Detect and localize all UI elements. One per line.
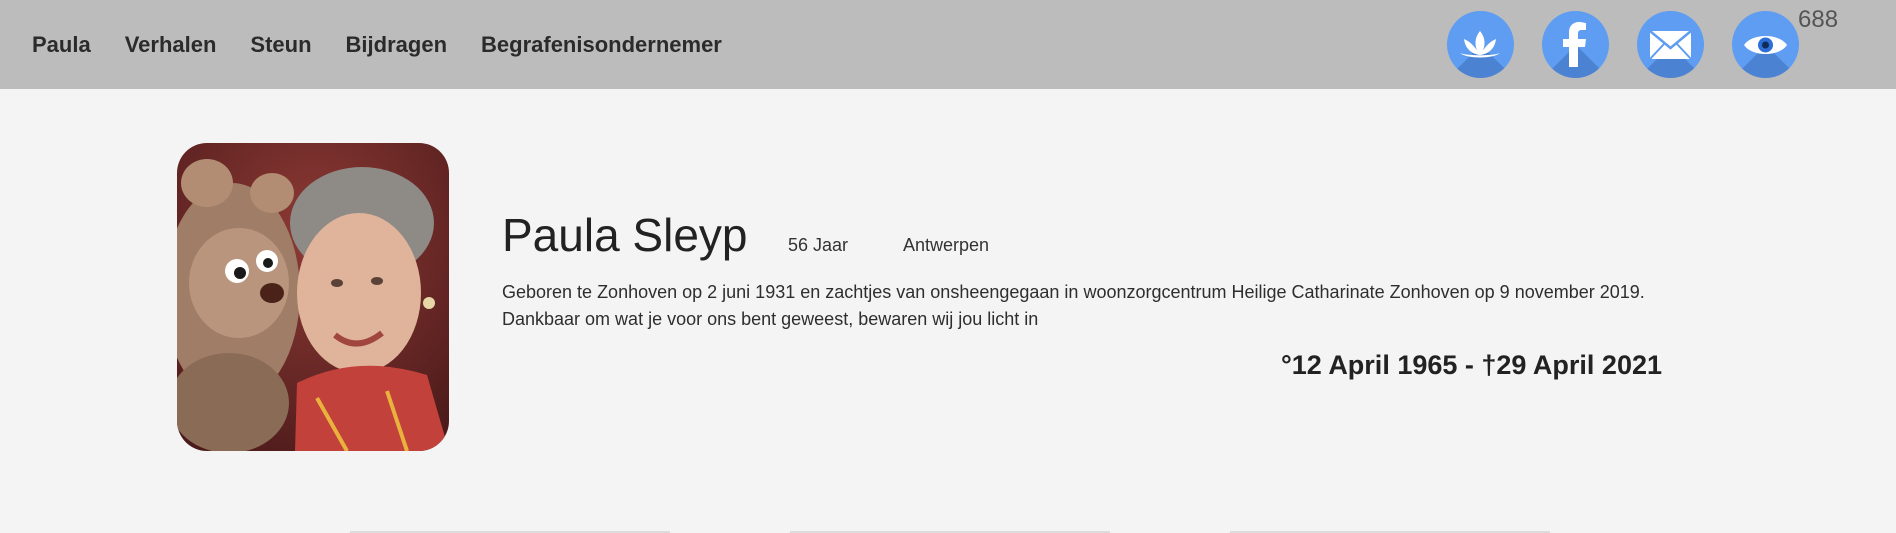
mail-icon	[1649, 30, 1692, 60]
mail-button[interactable]	[1637, 11, 1704, 78]
city-label: Antwerpen	[903, 235, 990, 255]
nav-item-bijdragen[interactable]: Bijdragen	[346, 32, 447, 58]
lotus-button[interactable]	[1447, 11, 1514, 78]
eye-icon	[1744, 36, 1787, 54]
profile-photo	[177, 143, 449, 451]
biography-text: Geboren te Zonhoven op 2 juni 1931 en za…	[502, 282, 1645, 329]
view-counter: 688	[1798, 6, 1839, 33]
eye-button[interactable]	[1732, 11, 1799, 78]
nav-item-steun[interactable]: Steun	[250, 32, 311, 58]
nav-item-paula[interactable]: Paula	[32, 32, 91, 58]
main-nav: Paula Verhalen Steun Bijdragen Begrafeni…	[32, 0, 756, 89]
top-navigation-bar: Paula Verhalen Steun Bijdragen Begrafeni…	[0, 0, 1896, 89]
facebook-button[interactable]	[1542, 11, 1609, 78]
life-dates: °12 April 1965 - †29 April 2021	[1280, 350, 1662, 380]
facebook-icon	[1563, 22, 1586, 67]
age-label: 56 Jaar	[788, 235, 849, 255]
nav-item-begrafenisondernemer[interactable]: Begrafenisondernemer	[481, 32, 722, 58]
nav-item-verhalen[interactable]: Verhalen	[125, 32, 217, 58]
deceased-name: Paula Sleyp	[502, 209, 748, 261]
lotus-icon	[1460, 31, 1500, 58]
social-icons	[1447, 11, 1827, 78]
